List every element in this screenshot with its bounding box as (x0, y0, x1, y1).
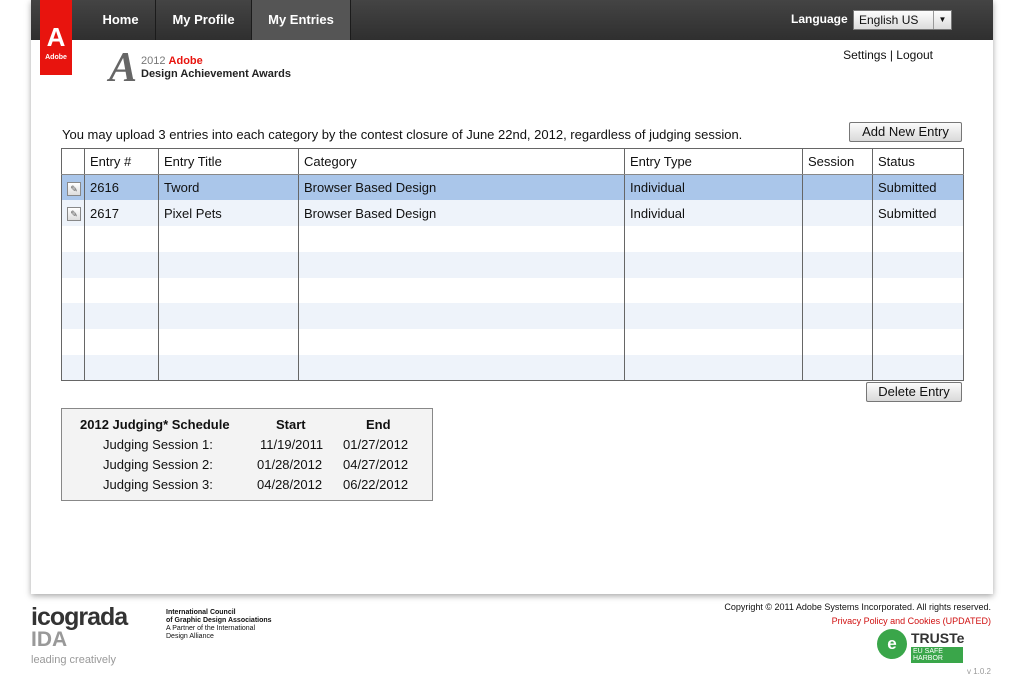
version-label: v 1.0.2 (966, 667, 991, 676)
session-name: Judging Session 1: (103, 437, 213, 452)
adobe-logo-word: Adobe (45, 54, 67, 61)
link-separator: | (889, 48, 893, 62)
header-entry-type[interactable]: Entry Type (624, 148, 803, 175)
truste-badge[interactable]: e TRUSTe EU SAFE HARBOR (877, 629, 965, 663)
empty-row (61, 329, 964, 356)
adobe-a-icon: A (46, 22, 66, 52)
empty-row (61, 303, 964, 330)
entry-title-cell: Tword (158, 174, 299, 201)
entry-title-cell: Pixel Pets (158, 200, 299, 227)
delete-entry-button[interactable]: Delete Entry (866, 382, 962, 402)
category-cell: Browser Based Design (298, 200, 625, 227)
icograda-wordmark: icograda (31, 603, 128, 631)
session-start: 11/19/2011 (260, 437, 324, 452)
settings-link[interactable]: Settings (843, 48, 886, 62)
table-header-row: Entry # Entry Title Category Entry Type … (61, 148, 964, 175)
table-row[interactable]: ✎ 2616 Tword Browser Based Design Indivi… (61, 174, 964, 201)
table-row[interactable]: ✎ 2617 Pixel Pets Browser Based Design I… (61, 200, 964, 227)
tab-home[interactable]: Home (86, 0, 156, 40)
session-name: Judging Session 2: (103, 457, 213, 472)
adobe-logo: A Adobe (40, 0, 72, 75)
user-links: Settings | Logout (843, 48, 933, 62)
upload-notice: You may upload 3 entries into each categ… (62, 127, 743, 142)
edit-cell[interactable]: ✎ (61, 200, 85, 227)
header-category[interactable]: Category (298, 148, 625, 175)
header-entry-title[interactable]: Entry Title (158, 148, 299, 175)
schedule-start-label: Start (276, 417, 306, 432)
category-cell: Browser Based Design (298, 174, 625, 201)
header-status[interactable]: Status (872, 148, 964, 175)
session-start: 01/28/2012 (257, 457, 323, 472)
entry-type-cell: Individual (624, 174, 803, 201)
session-start: 04/28/2012 (257, 477, 323, 492)
copyright-text: Copyright © 2011 Adobe Systems Incorpora… (724, 602, 991, 612)
top-nav-bar: Home My Profile My Entries Language Engl… (31, 0, 993, 40)
session-cell (802, 200, 873, 227)
schedule-title: 2012 Judging* Schedule (80, 417, 230, 432)
entry-type-cell: Individual (624, 200, 803, 227)
pencil-icon[interactable]: ✎ (67, 181, 81, 196)
tab-my-profile[interactable]: My Profile (156, 0, 252, 40)
session-end: 04/27/2012 (343, 457, 409, 472)
status-cell: Submitted (872, 174, 964, 201)
award-logo: A 2012 Adobe Design Achievement Awards (109, 46, 299, 91)
session-cell (802, 174, 873, 201)
tab-my-entries[interactable]: My Entries (252, 0, 351, 40)
privacy-link[interactable]: Privacy Policy and Cookies (UPDATED) (832, 616, 991, 626)
session-name: Judging Session 3: (103, 477, 213, 492)
language-label: Language (791, 12, 848, 26)
judging-schedule: 2012 Judging* Schedule Start End Judging… (61, 408, 433, 501)
header-edit (61, 148, 85, 175)
empty-row (61, 226, 964, 252)
edit-cell[interactable]: ✎ (61, 174, 85, 201)
award-a-icon: A (109, 45, 138, 91)
language-value: English US (859, 13, 919, 27)
council-text: International Council of Graphic Design … (166, 609, 272, 640)
page-card: Home My Profile My Entries Language Engl… (31, 0, 993, 594)
entry-number-cell: 2617 (84, 200, 159, 227)
schedule-end-label: End (366, 417, 391, 432)
icograda-tagline: leading creatively (31, 654, 116, 666)
ida-wordmark: IDA (31, 628, 68, 651)
empty-row (61, 277, 964, 304)
session-end: 01/27/2012 (343, 437, 409, 452)
header-entry-number[interactable]: Entry # (84, 148, 159, 175)
status-cell: Submitted (872, 200, 964, 227)
truste-sub-label: EU SAFE HARBOR (911, 647, 963, 663)
empty-row (61, 355, 964, 381)
session-end: 06/22/2012 (343, 477, 409, 492)
language-select[interactable]: English US ▼ (853, 10, 952, 30)
award-logo-year: 2012 Adobe (141, 55, 203, 67)
chevron-down-icon: ▼ (933, 11, 951, 29)
entry-number-cell: 2616 (84, 174, 159, 201)
truste-label: TRUSTe (911, 630, 965, 646)
entries-table: Entry # Entry Title Category Entry Type … (61, 148, 964, 382)
pencil-icon[interactable]: ✎ (67, 207, 81, 222)
empty-row (61, 251, 964, 278)
icograda-logo: icograda IDA (31, 603, 128, 651)
logout-link[interactable]: Logout (896, 48, 933, 62)
header-session[interactable]: Session (802, 148, 873, 175)
award-logo-name: Design Achievement Awards (141, 68, 291, 80)
truste-seal-icon: e (877, 629, 907, 659)
add-new-entry-button[interactable]: Add New Entry (849, 122, 962, 142)
